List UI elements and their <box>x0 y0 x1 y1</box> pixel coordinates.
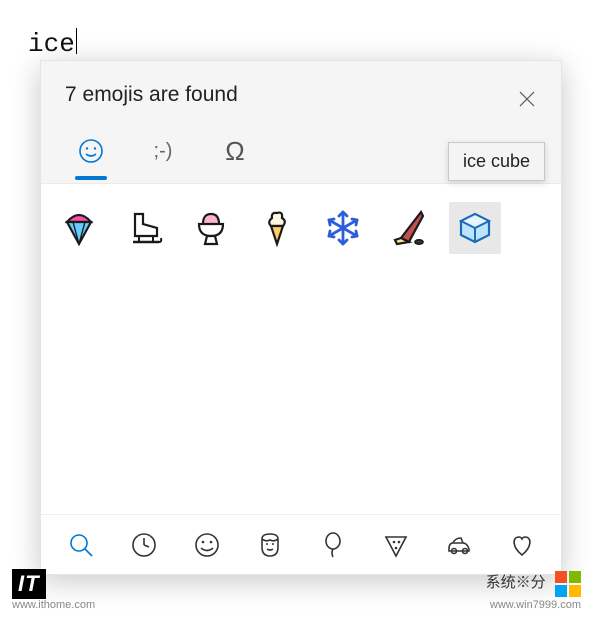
close-icon <box>518 90 536 108</box>
soft-ice-cream-icon <box>257 208 297 248</box>
ice-hockey-icon <box>389 208 429 248</box>
balloon-icon <box>319 531 347 559</box>
emoji-ice-cream-bowl[interactable] <box>185 202 237 254</box>
car-icon <box>445 531 473 559</box>
heart-icon <box>508 531 536 559</box>
tab-symbols[interactable]: Ω <box>215 131 255 171</box>
emoji-ice-hockey[interactable] <box>383 202 435 254</box>
ice-skate-icon <box>125 208 165 248</box>
pizza-icon <box>382 531 410 559</box>
clock-icon <box>130 531 158 559</box>
emoji-tooltip: ice cube <box>448 142 545 181</box>
category-smileys[interactable] <box>187 525 227 565</box>
text-input-area[interactable]: ice <box>28 28 77 59</box>
emoji-face-icon <box>78 138 104 164</box>
emoji-soft-ice-cream[interactable] <box>251 202 303 254</box>
tab-kaomoji[interactable]: ;-) <box>143 131 183 171</box>
kaomoji-icon: ;-) <box>154 140 173 163</box>
typed-text: ice <box>28 29 75 59</box>
watermark-left: IT www.ithome.com <box>12 569 95 611</box>
smiley-icon <box>193 531 221 559</box>
category-search[interactable] <box>61 525 101 565</box>
emoji-shaved-ice[interactable] <box>53 202 105 254</box>
category-people[interactable] <box>250 525 290 565</box>
emoji-ice-skate[interactable] <box>119 202 171 254</box>
text-caret <box>76 28 77 54</box>
watermark-right-url: www.win7999.com <box>490 599 581 611</box>
ice-cube-icon <box>455 208 495 248</box>
emoji-snowflake[interactable] <box>317 202 369 254</box>
watermark-right: 系统※分 www.win7999.com <box>486 571 581 611</box>
windows-logo-icon <box>555 571 581 597</box>
watermark-right-text: 系统※分 <box>486 574 546 591</box>
emoji-picker-panel: 7 emojis are found ;-) Ω ice cube <box>40 60 562 575</box>
emoji-ice-cube[interactable] <box>449 202 501 254</box>
category-transport[interactable] <box>439 525 479 565</box>
person-icon <box>256 531 284 559</box>
tab-emoji[interactable] <box>71 131 111 171</box>
emoji-results: ice cube <box>41 184 561 272</box>
category-recent[interactable] <box>124 525 164 565</box>
watermark-left-logo: IT <box>12 569 46 599</box>
search-icon <box>67 531 95 559</box>
shaved-ice-icon <box>59 208 99 248</box>
omega-icon: Ω <box>225 136 244 167</box>
category-food[interactable] <box>376 525 416 565</box>
category-celebration[interactable] <box>313 525 353 565</box>
ice-cream-bowl-icon <box>191 208 231 248</box>
category-hearts[interactable] <box>502 525 542 565</box>
snowflake-icon <box>323 208 363 248</box>
close-button[interactable] <box>509 81 545 117</box>
category-bar <box>41 514 561 574</box>
results-count-label: 7 emojis are found <box>65 83 537 107</box>
watermark-left-url: www.ithome.com <box>12 599 95 611</box>
